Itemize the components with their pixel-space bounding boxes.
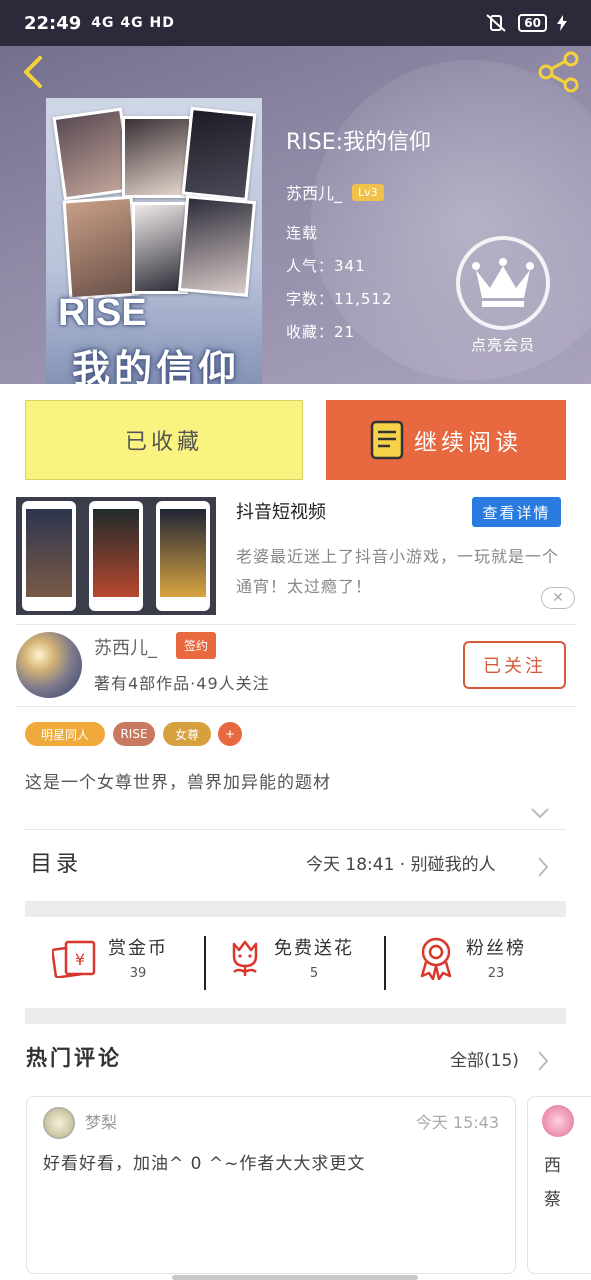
- ad-phone-mockup: [22, 501, 77, 611]
- status-bar: 22:49 4G 4G HD 60: [0, 0, 591, 46]
- reward-coins-button[interactable]: ¥ 赏金币 39: [52, 934, 168, 981]
- chevron-right-icon[interactable]: [536, 1050, 550, 1072]
- continue-reading-label: 继续阅读: [414, 430, 522, 456]
- comment-text: 好看好看，加油^ 0 ^~作者大大求更文: [43, 1154, 366, 1174]
- battery-indicator: 60: [518, 14, 547, 32]
- reward-texts: 粉丝榜 23: [466, 934, 526, 981]
- reward-label: 赏金币: [108, 938, 168, 959]
- ad-image[interactable]: [16, 497, 216, 615]
- cover-photo: [177, 195, 257, 297]
- reward-count: 39: [129, 966, 147, 981]
- comment-time: 今天 15:43: [415, 1113, 499, 1132]
- comment-card[interactable]: 西蔡: [527, 1096, 591, 1274]
- send-flower-button[interactable]: 免费送花 5: [226, 934, 354, 981]
- ad-close-button[interactable]: ✕: [541, 587, 575, 609]
- favorited-label: 已收藏: [124, 430, 203, 455]
- tag-label: 明星同人: [40, 727, 89, 742]
- vip-button[interactable]: [456, 236, 550, 330]
- reward-count: 23: [487, 966, 505, 981]
- fan-ranking-button[interactable]: 粉丝榜 23: [416, 934, 526, 981]
- crown-icon: [472, 258, 534, 307]
- commenter-avatar[interactable]: [43, 1107, 75, 1139]
- ad-title[interactable]: 抖音短视频: [236, 498, 326, 524]
- comment-text: 西蔡: [544, 1156, 561, 1210]
- ad-detail-button[interactable]: 查看详情: [472, 497, 561, 527]
- flower-icon: [232, 940, 258, 976]
- vertical-divider: [204, 936, 206, 990]
- award-ribbon-icon: [420, 937, 452, 980]
- reward-texts: 免费送花 5: [274, 934, 354, 981]
- status-time: 22:49: [24, 12, 82, 34]
- section-separator: [25, 901, 566, 917]
- reward-label: 粉丝榜: [466, 938, 526, 959]
- vip-label[interactable]: 点亮会员: [446, 334, 560, 355]
- serial-status: 连载: [286, 224, 319, 242]
- commenter-name[interactable]: 梦梨: [85, 1109, 117, 1133]
- divider: [25, 829, 566, 830]
- favorited-button[interactable]: 已收藏: [25, 400, 303, 480]
- plus-icon: +: [224, 727, 236, 741]
- tag-chip[interactable]: 女尊: [163, 722, 211, 746]
- author-card-name[interactable]: 苏西儿_: [94, 634, 157, 660]
- reward-texts: 赏金币 39: [108, 934, 168, 981]
- cover-title-cn: 我的信仰: [72, 347, 241, 384]
- signed-badge: 签约: [176, 632, 217, 659]
- reward-label: 免费送花: [274, 938, 354, 959]
- add-tag-button[interactable]: +: [218, 722, 242, 746]
- ad-phone-mockup: [88, 501, 143, 611]
- status-right: 60: [484, 13, 567, 33]
- charging-icon: [557, 15, 567, 31]
- continue-reading-button[interactable]: 继续阅读: [326, 400, 566, 480]
- favorites-count: 收藏：21: [286, 323, 356, 341]
- section-separator: [25, 1008, 566, 1024]
- author-row: 苏西儿_ Lv3: [286, 180, 431, 204]
- cover-photo: [181, 106, 257, 202]
- comment-card[interactable]: 梦梨 今天 15:43 好看好看，加油^ 0 ^~作者大大求更文: [26, 1096, 516, 1274]
- chevron-right-icon[interactable]: [536, 856, 550, 878]
- tag-label: 女尊: [174, 727, 199, 742]
- book-cover[interactable]: RISE 我的信仰: [46, 98, 262, 384]
- commenter-avatar[interactable]: [542, 1105, 574, 1137]
- tag-chip[interactable]: RISE: [113, 722, 155, 746]
- chevron-down-icon[interactable]: [530, 806, 550, 820]
- cover-title-en: RISE: [58, 292, 147, 334]
- divider: [16, 624, 575, 625]
- author-stats: 著有4部作品·49人关注: [94, 674, 270, 693]
- vertical-divider: [384, 936, 386, 990]
- home-indicator[interactable]: [172, 1275, 418, 1280]
- divider: [16, 706, 575, 707]
- level-badge: Lv3: [352, 183, 384, 201]
- hot-comments-title: 热门评论: [26, 1046, 122, 1070]
- popularity-count: 人气：341: [286, 257, 366, 275]
- book-icon: [370, 420, 404, 460]
- book-info: RISE:我的信仰 苏西儿_ Lv3 连载 人气：341 字数：11,512 收…: [286, 124, 431, 354]
- follow-button[interactable]: 已关注: [463, 641, 566, 689]
- book-title: RISE:我的信仰: [286, 130, 432, 155]
- red-envelope-icon: ¥: [52, 940, 96, 978]
- book-description: 这是一个女尊世界，兽界加异能的题材: [25, 773, 331, 793]
- back-arrow-icon[interactable]: [14, 52, 54, 92]
- close-icon: ✕: [552, 590, 564, 606]
- ad-description[interactable]: 老婆最近迷上了抖音小游戏，一玩就是一个通宵！太过瘾了！: [236, 542, 572, 602]
- network-indicator: 4G 4G HD: [91, 15, 175, 31]
- word-count: 字数：11,512: [286, 290, 393, 308]
- author-avatar[interactable]: [16, 632, 82, 698]
- share-icon[interactable]: [537, 50, 581, 94]
- tag-chip[interactable]: 明星同人: [25, 722, 105, 746]
- cover-photo: [62, 195, 140, 301]
- svg-text:¥: ¥: [75, 950, 85, 969]
- mute-vibrate-icon: [486, 14, 506, 32]
- reward-count: 5: [309, 966, 319, 981]
- toc-label[interactable]: 目录: [30, 846, 82, 878]
- all-comments-link[interactable]: 全部(15): [450, 1046, 519, 1071]
- author-name[interactable]: 苏西儿_: [286, 180, 342, 204]
- ad-phone-mockup: [155, 501, 210, 611]
- tag-label: RISE: [120, 727, 148, 741]
- latest-chapter[interactable]: 今天 18:41 · 别碰我的人: [306, 850, 496, 875]
